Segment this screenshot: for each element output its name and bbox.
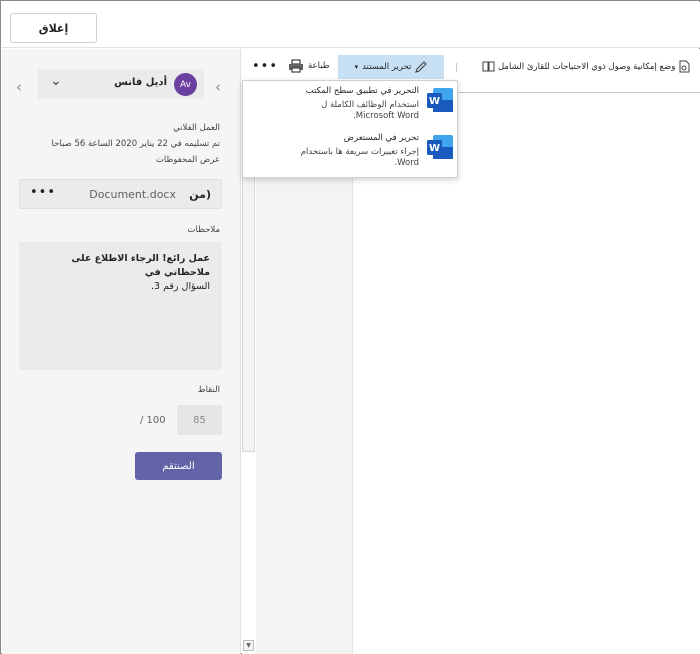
immersive-reader-label: وضع إمكانية وصول ذوي الاحتياجات للقارئ ا… [498, 61, 676, 72]
svg-text:W: W [429, 96, 440, 107]
chevron-down-icon[interactable]: ⌄ [50, 73, 62, 89]
return-button[interactable]: الصنتقم [135, 452, 222, 480]
menu-item-edit-desktop[interactable]: W التحرير في تطبيق سطح المكتب استخدام ال… [243, 84, 459, 124]
student-name: أديل فانس [114, 77, 167, 88]
edit-label: تحرير المستند [362, 62, 412, 72]
toolbar-divider [456, 63, 457, 72]
close-button[interactable]: إغلاق [10, 13, 97, 43]
next-student-arrow-icon[interactable]: ‹ [16, 78, 22, 96]
print-button[interactable]: طباعة [288, 59, 330, 73]
printer-icon [289, 59, 303, 73]
points-input[interactable]: 85 [177, 405, 222, 435]
points-total: / 100 [140, 415, 166, 426]
menu-item-title: تحرير في المستعرض [343, 133, 419, 143]
scroll-down-icon[interactable]: ▼ [243, 640, 254, 651]
document-toolbar: ••• طباعة ▾ تحرير المستند وضع إمكانية وص… [242, 55, 700, 79]
menu-item-edit-browser[interactable]: W تحرير في المستعرض إجراء تغييرات سريعة … [243, 131, 459, 171]
menu-item-title: التحرير في تطبيق سطح المكتب [305, 86, 419, 96]
file-from-label: من) [189, 188, 211, 201]
app-window: إغلاق ‹ ‹ Av أديل فانس ⌄ العمل الفلاني ت… [0, 0, 700, 654]
svg-text:W: W [429, 143, 440, 154]
grading-panel: ‹ ‹ Av أديل فانس ⌄ العمل الفلاني تم تسلي… [2, 49, 241, 654]
print-label: طباعة [308, 61, 330, 71]
previous-student-arrow-icon[interactable]: ‹ [215, 78, 221, 96]
accessibility-icon [679, 60, 690, 73]
feedback-label: ملاحظات [187, 225, 220, 235]
file-more-options-icon[interactable]: ••• [30, 185, 56, 200]
feedback-textarea[interactable]: عمل رائع! الرجاء الاطلاع على ملاحظاتي في… [19, 242, 222, 370]
menu-item-description: إجراء تغييرات سريعة ها باستخدام Word. [300, 147, 419, 168]
assignment-title: العمل الفلاني [173, 123, 220, 133]
pencil-icon [415, 61, 428, 73]
attached-file[interactable]: ••• Document.docx من) [19, 179, 222, 209]
edit-document-button[interactable]: ▾ تحرير المستند [338, 55, 444, 79]
file-name: Document.docx [89, 188, 176, 201]
turned-in-status: تم تسليمه في 22 يناير 2020 الساعة 56 صبا… [51, 139, 220, 149]
student-selector[interactable]: Av أديل فانس ⌄ [38, 69, 204, 99]
chevron-down-icon: ▾ [354, 63, 359, 71]
immersive-reader-button[interactable]: وضع إمكانية وصول ذوي الاحتياجات للقارئ ا… [482, 60, 690, 73]
edit-options-menu: W التحرير في تطبيق سطح المكتب استخدام ال… [242, 80, 458, 178]
word-icon: W [427, 135, 453, 159]
top-bar: إغلاق [2, 2, 700, 48]
points-label: النقاط [197, 385, 220, 395]
view-history-link[interactable]: عرض المحفوظات [156, 155, 220, 165]
word-icon: W [427, 88, 453, 112]
feedback-text: عمل رائع! الرجاء الاطلاع على ملاحظاتي في… [71, 253, 210, 292]
menu-item-description: استخدام الوظائف الكاملة ل Microsoft Word… [321, 100, 419, 121]
avatar: Av [174, 73, 197, 96]
more-options-icon[interactable]: ••• [252, 59, 278, 74]
immersive-reader-icon [482, 61, 495, 72]
